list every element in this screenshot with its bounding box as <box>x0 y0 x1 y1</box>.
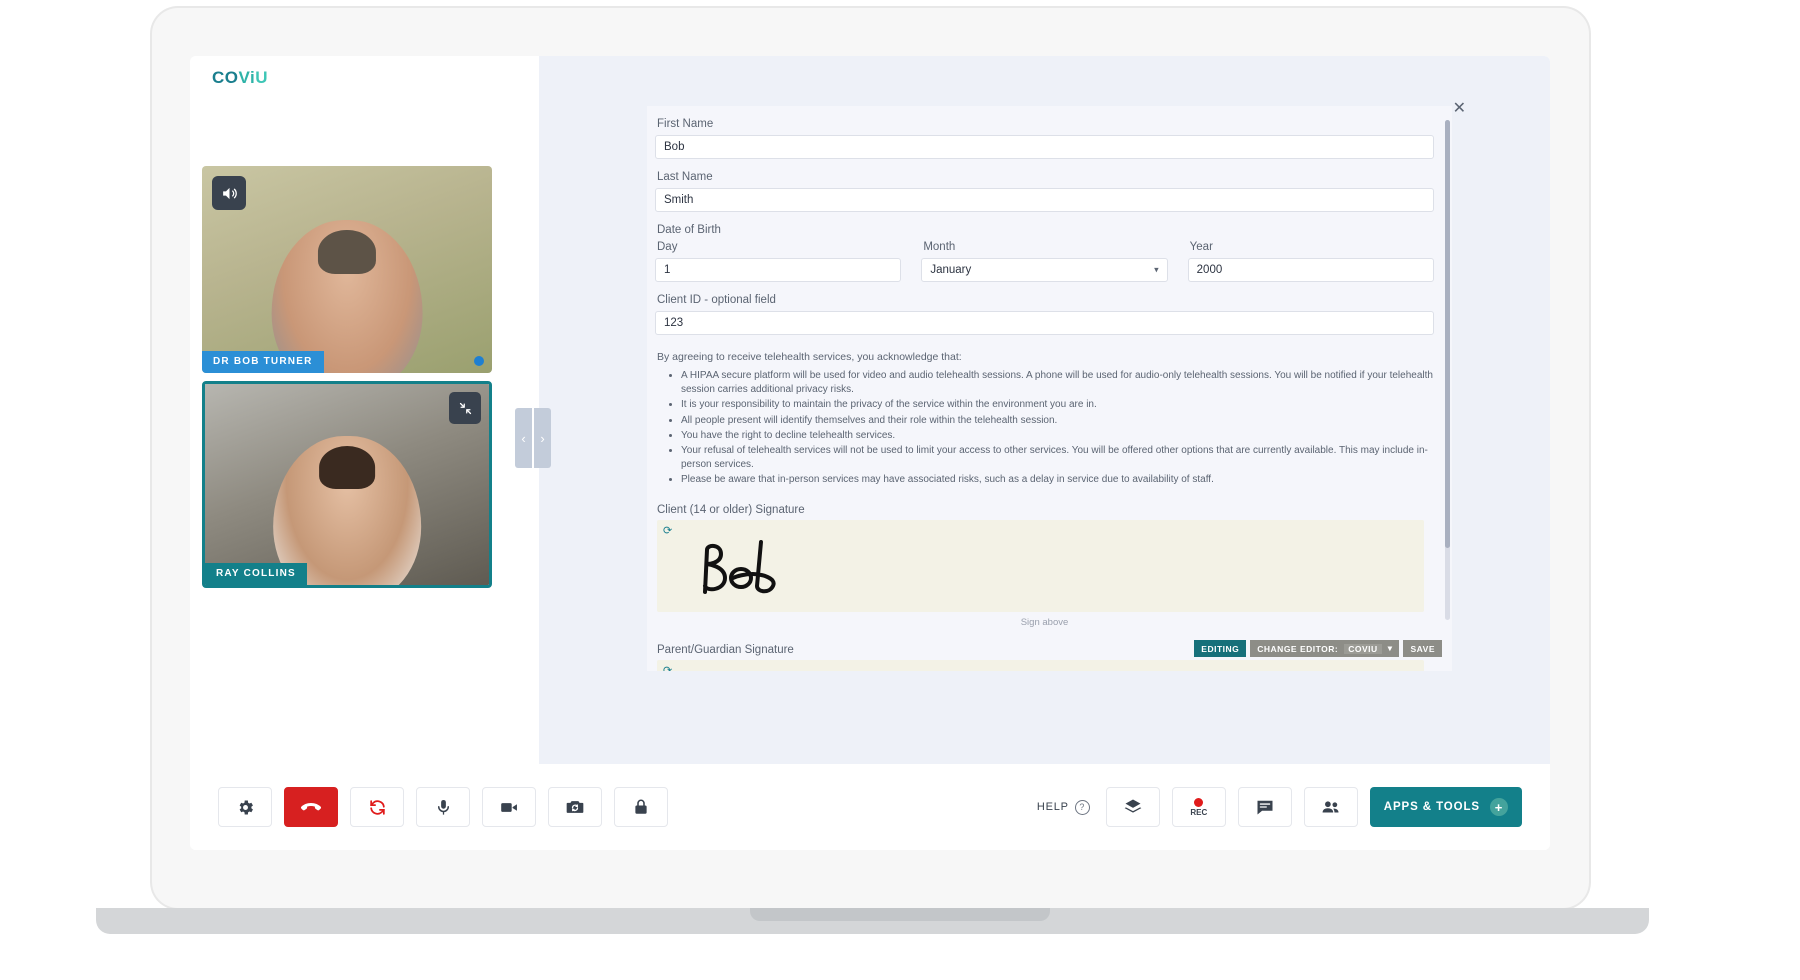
call-controls-bar: HELP ? REC APPS & TOOLS + <box>190 764 1550 850</box>
dob-day-label: Day <box>657 241 678 253</box>
local-name-tag: RAY COLLINS <box>205 563 307 585</box>
reconnect-button[interactable] <box>350 787 404 827</box>
parent-signature-pad[interactable]: ⟳ <box>657 659 1424 672</box>
video-rail: COViU DR BOB TURNER RAY COLLINS ‹ › <box>190 56 551 764</box>
first-name-label: First Name <box>657 118 714 130</box>
collapse-icon[interactable] <box>449 392 481 424</box>
consent-item: Please be aware that in-person services … <box>681 473 1434 487</box>
consent-item: It is your responsibility to maintain th… <box>681 398 1434 412</box>
rail-collapse-handle[interactable]: ‹ › <box>515 408 551 468</box>
reset-icon[interactable]: ⟳ <box>663 524 672 537</box>
apps-and-tools-button[interactable]: APPS & TOOLS + <box>1369 787 1522 827</box>
logo-part-2: Vi <box>238 68 256 87</box>
local-video-tile[interactable]: RAY COLLINS <box>202 381 492 588</box>
call-controls-left <box>218 787 668 827</box>
laptop-notch <box>750 908 1050 921</box>
client-signature-label: Client (14 or older) Signature <box>657 503 805 516</box>
consent-list: A HIPAA secure platform will be used for… <box>681 369 1434 488</box>
question-mark-icon: ? <box>1074 799 1090 815</box>
apps-and-tools-label: APPS & TOOLS <box>1383 801 1480 813</box>
remote-video-tile[interactable]: DR BOB TURNER <box>202 166 492 373</box>
dob-month-group: Month January ▾ <box>921 241 1168 282</box>
dob-month-select[interactable]: January ▾ <box>921 258 1168 282</box>
plus-icon: + <box>1490 798 1508 816</box>
consent-item: Your refusal of telehealth services will… <box>681 444 1434 472</box>
record-button[interactable]: REC <box>1171 787 1226 827</box>
save-button[interactable]: SAVE <box>1403 640 1442 657</box>
change-editor-dropdown[interactable]: CHANGE EDITOR: COVIU ▾ <box>1250 640 1400 657</box>
lock-button[interactable] <box>614 787 668 827</box>
first-name-group: First Name Bob <box>655 118 1434 159</box>
client-id-label: Client ID - optional field <box>657 294 776 306</box>
call-controls-right: HELP ? REC APPS & TOOLS + <box>1037 787 1522 827</box>
record-icon <box>1194 797 1204 807</box>
logo-part-1: CO <box>212 68 239 87</box>
change-editor-label: CHANGE EDITOR: <box>1257 643 1339 654</box>
screenshot-root: COViU DR BOB TURNER RAY COLLINS ‹ › ✕ Fi… <box>0 0 1800 980</box>
coviu-logo: COViU <box>202 62 279 94</box>
last-name-label: Last Name <box>657 171 713 183</box>
consent-intro: By agreeing to receive telehealth servic… <box>657 351 962 363</box>
remote-person-hair <box>318 229 376 275</box>
help-label: HELP <box>1036 801 1069 813</box>
consent-item: All people present will identify themsel… <box>681 414 1434 428</box>
dob-day-group: Day 1 <box>655 241 902 282</box>
reset-icon[interactable]: ⟳ <box>663 664 672 672</box>
form-scrollbar-thumb[interactable] <box>1445 120 1450 548</box>
client-id-input[interactable]: 123 <box>655 311 1434 335</box>
dob-label: Date of Birth <box>657 224 721 236</box>
dob-day-input[interactable]: 1 <box>655 258 902 282</box>
coviu-app: COViU DR BOB TURNER RAY COLLINS ‹ › ✕ Fi… <box>190 56 1550 850</box>
chevron-down-icon: ▾ <box>1154 264 1159 275</box>
remote-name-tag: DR BOB TURNER <box>202 351 324 373</box>
form-scroll-area: First Name Bob Last Name Smith Date of B… <box>647 106 1452 671</box>
client-signature-pad[interactable]: ⟳ <box>657 519 1424 612</box>
form-editor-toolbar: EDITING CHANGE EDITOR: COVIU ▾ SAVE <box>1194 640 1442 657</box>
apps-panel: ✕ First Name Bob Last Name Smith Date of… <box>539 56 1550 764</box>
close-icon[interactable]: ✕ <box>1453 101 1466 117</box>
editing-badge: EDITING <box>1194 640 1247 657</box>
flip-camera-button[interactable] <box>548 787 602 827</box>
consent-item: A HIPAA secure platform will be used for… <box>681 369 1434 397</box>
last-name-input[interactable]: Smith <box>655 188 1434 212</box>
rail-next-button[interactable]: › <box>534 408 551 468</box>
consent-item: You have the right to decline telehealth… <box>681 429 1434 443</box>
local-video-feed <box>205 384 489 585</box>
record-label: REC <box>1190 807 1208 817</box>
layers-button[interactable] <box>1105 787 1160 827</box>
participants-button[interactable] <box>1303 787 1358 827</box>
local-person-hair <box>318 446 376 489</box>
settings-button[interactable] <box>218 787 272 827</box>
dob-month-value: January <box>930 264 972 276</box>
dob-year-group: Year 2000 <box>1187 241 1434 282</box>
speaker-icon[interactable] <box>212 176 246 210</box>
laptop-screen: COViU DR BOB TURNER RAY COLLINS ‹ › ✕ Fi… <box>190 56 1550 850</box>
remote-status-dot <box>474 356 484 366</box>
consent-form-modal: ✕ First Name Bob Last Name Smith Date of… <box>647 101 1466 671</box>
hangup-button[interactable] <box>284 787 338 827</box>
last-name-group: Last Name Smith <box>655 171 1434 212</box>
dob-group: Date of Birth Day 1 Month January ▾ Year… <box>655 224 1434 282</box>
chat-button[interactable] <box>1237 787 1292 827</box>
chevron-down-icon: ▾ <box>1387 643 1393 653</box>
first-name-input[interactable]: Bob <box>655 135 1434 159</box>
dob-year-input[interactable]: 2000 <box>1187 258 1434 282</box>
help-button[interactable]: HELP ? <box>1036 799 1090 815</box>
camera-button[interactable] <box>482 787 536 827</box>
rail-prev-button[interactable]: ‹ <box>515 408 532 468</box>
client-id-group: Client ID - optional field 123 <box>655 294 1434 335</box>
change-editor-value: COVIU <box>1344 643 1382 654</box>
form-scrollbar[interactable] <box>1445 120 1450 620</box>
app-main: COViU DR BOB TURNER RAY COLLINS ‹ › ✕ Fi… <box>190 56 1550 764</box>
dob-month-label: Month <box>923 241 956 253</box>
dob-row: Day 1 Month January ▾ Year 2000 <box>655 241 1434 282</box>
sign-above-hint: Sign above <box>1020 616 1069 628</box>
dob-year-label: Year <box>1189 241 1213 253</box>
logo-part-3: U <box>255 68 269 87</box>
microphone-button[interactable] <box>416 787 470 827</box>
